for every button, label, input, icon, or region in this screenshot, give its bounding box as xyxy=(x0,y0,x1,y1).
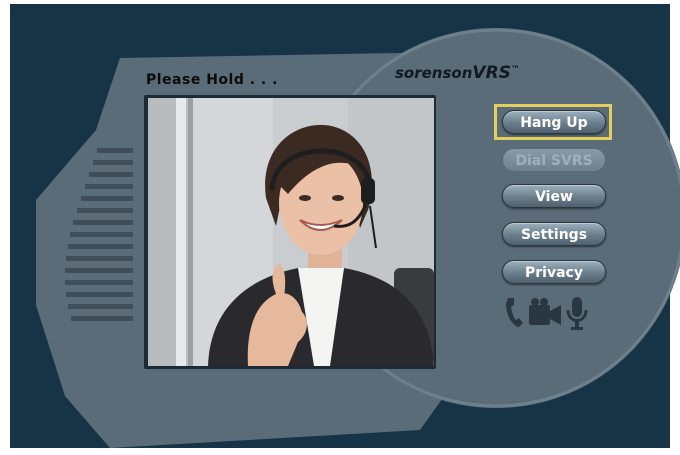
brand-name: sorenson xyxy=(395,64,473,82)
dial-svrs-button[interactable]: Dial SVRS xyxy=(502,148,606,172)
brand-trademark: ™ xyxy=(510,65,520,75)
brand-vrs: VRS xyxy=(472,63,511,83)
video-image xyxy=(148,98,434,366)
settings-button[interactable]: Settings xyxy=(502,222,606,246)
hang-up-button[interactable]: Hang Up xyxy=(502,110,606,134)
call-status-text: Please Hold . . . xyxy=(146,72,278,88)
video-camera-icon xyxy=(529,298,561,325)
microphone-icon xyxy=(566,297,588,330)
video-feed xyxy=(148,98,434,366)
privacy-button[interactable]: Privacy xyxy=(502,260,606,284)
brand-logo: sorensonVRS™ xyxy=(395,63,520,83)
phone-icon xyxy=(506,298,523,327)
view-button[interactable]: View xyxy=(502,184,606,208)
